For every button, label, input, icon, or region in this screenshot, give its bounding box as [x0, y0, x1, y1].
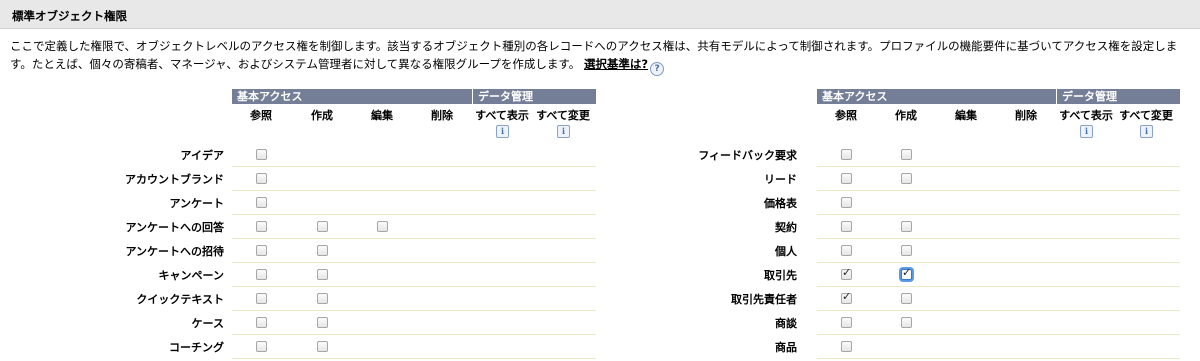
right-permission-checkbox[interactable]	[901, 245, 912, 256]
right-permission-checkbox[interactable]	[841, 245, 852, 256]
left-permission-checkbox[interactable]	[317, 341, 328, 352]
right-permission-checkbox[interactable]	[841, 266, 852, 280]
section-description: ここで定義した権限で、オブジェクトレベルのアクセス権を制御します。該当するオブジ…	[10, 37, 1188, 76]
right-permission-checkbox[interactable]	[901, 221, 912, 232]
right-row-label: 商談	[775, 317, 797, 330]
left-row-divider	[232, 262, 596, 263]
section-header: 標準オブジェクト権限	[0, 0, 1200, 29]
right-col-modify-all: すべて変更	[1119, 109, 1173, 122]
left-row-label: クイックテキスト	[136, 293, 224, 306]
right-row-label: 商品	[775, 341, 797, 354]
left-permission-checkbox[interactable]	[317, 317, 328, 328]
left-permission-checkbox[interactable]	[317, 221, 328, 232]
right-permission-checkbox[interactable]	[841, 173, 852, 184]
left-row-divider	[232, 310, 596, 311]
left-basic-access-header: 基本アクセス	[232, 89, 472, 104]
right-row-label: 取引先責任者	[731, 293, 797, 306]
question-mark-icon[interactable]: ?	[650, 62, 665, 76]
left-col-modify-all: すべて変更	[536, 109, 590, 122]
left-row-label: アンケートへの回答	[125, 221, 224, 234]
left-data-management-header: データ管理	[472, 89, 596, 104]
left-row-label: キャンペーン	[158, 269, 224, 282]
selection-criteria-link[interactable]: 選択基準は?	[584, 57, 648, 71]
left-permission-checkbox[interactable]	[256, 197, 267, 208]
left-permission-checkbox[interactable]	[256, 317, 267, 328]
right-permission-checkbox[interactable]	[841, 221, 852, 232]
section-title: 標準オブジェクト権限	[12, 9, 127, 23]
left-permission-checkbox[interactable]	[377, 221, 388, 232]
left-permission-checkbox[interactable]	[256, 269, 267, 280]
left-permission-checkbox[interactable]	[317, 293, 328, 304]
right-row-divider	[817, 310, 1180, 311]
left-row-divider	[232, 190, 596, 191]
right-modify-all-info-icon[interactable]: i	[1140, 125, 1153, 138]
right-permission-checkbox[interactable]	[841, 290, 852, 304]
left-permission-checkbox[interactable]	[256, 245, 267, 256]
right-permission-checkbox[interactable]	[901, 173, 912, 184]
left-row-divider	[232, 286, 596, 287]
right-permission-checkbox[interactable]	[901, 293, 912, 304]
left-col-read: 参照	[250, 109, 272, 122]
left-row-divider	[232, 238, 596, 239]
left-permission-checkbox[interactable]	[256, 221, 267, 232]
right-row-divider	[817, 262, 1180, 263]
left-row-divider	[232, 214, 596, 215]
right-basic-access-header: 基本アクセス	[817, 89, 1056, 104]
left-col-view-all: すべて表示	[475, 109, 529, 122]
right-row-label: リード	[764, 173, 797, 186]
left-row-label: アイデア	[180, 149, 224, 162]
left-row-label: コーチング	[169, 341, 224, 354]
left-permission-checkbox[interactable]	[317, 245, 328, 256]
right-row-label: 取引先	[764, 269, 797, 282]
left-row-divider	[232, 358, 596, 359]
right-permission-checkbox[interactable]	[841, 149, 852, 160]
right-permission-checkbox[interactable]	[841, 317, 852, 328]
right-permission-checkbox[interactable]	[901, 149, 912, 160]
left-permission-checkbox[interactable]	[256, 149, 267, 160]
right-permission-checkbox[interactable]	[901, 266, 912, 280]
left-permission-checkbox[interactable]	[256, 293, 267, 304]
left-modify-all-info-icon[interactable]: i	[557, 125, 570, 138]
right-permission-checkbox[interactable]	[841, 197, 852, 208]
right-row-divider	[817, 286, 1180, 287]
left-permission-checkbox[interactable]	[256, 341, 267, 352]
right-row-label: 個人	[775, 245, 797, 258]
left-permission-checkbox[interactable]	[256, 173, 267, 184]
left-row-divider	[232, 334, 596, 335]
right-row-divider	[817, 334, 1180, 335]
right-row-divider	[817, 190, 1180, 191]
left-permission-checkbox[interactable]	[317, 269, 328, 280]
left-row-divider	[232, 166, 596, 167]
right-row-label: 価格表	[764, 197, 797, 210]
right-row-label: 契約	[775, 221, 797, 234]
left-row-label: アカウントブランド	[125, 173, 224, 186]
right-permission-checkbox[interactable]	[841, 341, 852, 352]
right-row-label: フィードバック要求	[698, 149, 797, 162]
right-row-divider	[817, 166, 1180, 167]
right-data-management-header: データ管理	[1056, 89, 1180, 104]
left-row-label: アンケート	[169, 197, 224, 210]
right-permission-checkbox[interactable]	[901, 317, 912, 328]
right-view-all-info-icon[interactable]: i	[1080, 125, 1093, 138]
right-row-divider	[817, 238, 1180, 239]
left-view-all-info-icon[interactable]: i	[496, 125, 509, 138]
right-row-divider	[817, 358, 1180, 359]
left-row-label: ケース	[191, 317, 224, 330]
right-row-divider	[817, 214, 1180, 215]
left-row-label: アンケートへの招待	[125, 245, 224, 258]
